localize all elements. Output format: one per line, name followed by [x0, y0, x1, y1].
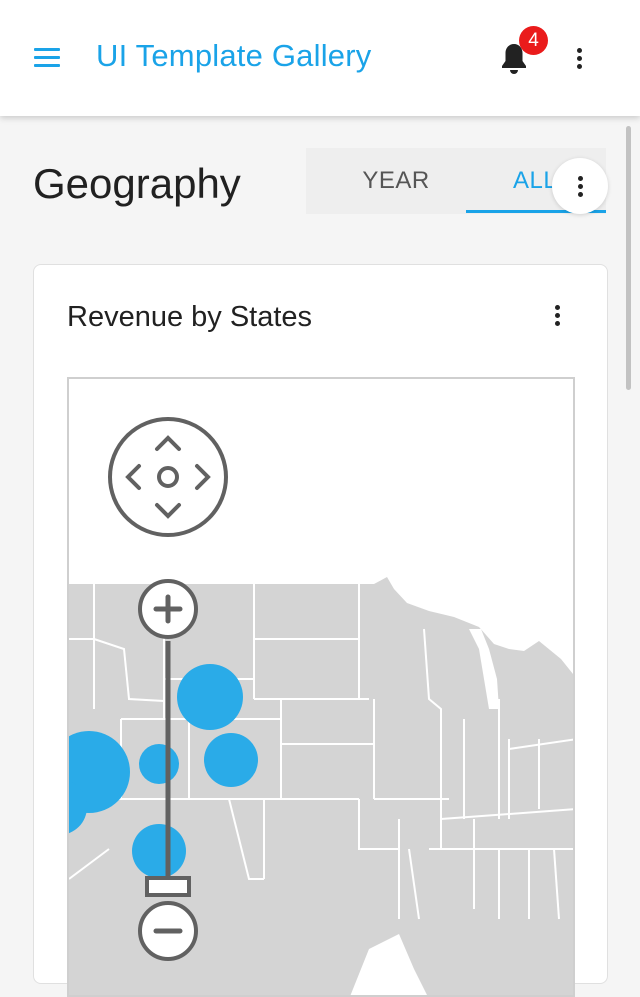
- tab-year[interactable]: YEAR: [306, 148, 486, 214]
- revenue-map[interactable]: [67, 377, 575, 997]
- zoom-slider-thumb: [145, 876, 191, 897]
- zoom-in-icon: [138, 579, 198, 639]
- scrollbar[interactable]: [626, 126, 631, 390]
- tabs-overflow-button[interactable]: [552, 158, 608, 214]
- card-title: Revenue by States: [67, 301, 313, 333]
- revenue-card: Revenue by States: [33, 264, 608, 997]
- map-canvas: [69, 417, 573, 995]
- pan-control-icon: [108, 417, 228, 537]
- revenue-bubble: [132, 824, 186, 878]
- page-title: Geography: [33, 160, 241, 207]
- zoom-out-icon: [138, 901, 198, 961]
- hamburger-menu-icon[interactable]: [34, 48, 62, 68]
- more-vert-icon[interactable]: [575, 46, 583, 72]
- more-vert-icon: [576, 174, 584, 200]
- card-more-icon[interactable]: [553, 303, 561, 329]
- revenue-bubble: [204, 733, 258, 787]
- revenue-bubble: [139, 744, 179, 784]
- notification-badge: 4: [519, 26, 548, 55]
- app-bar: UI Template Gallery 4: [0, 0, 640, 116]
- revenue-bubble: [177, 664, 243, 730]
- app-title: UI Template Gallery: [96, 38, 372, 73]
